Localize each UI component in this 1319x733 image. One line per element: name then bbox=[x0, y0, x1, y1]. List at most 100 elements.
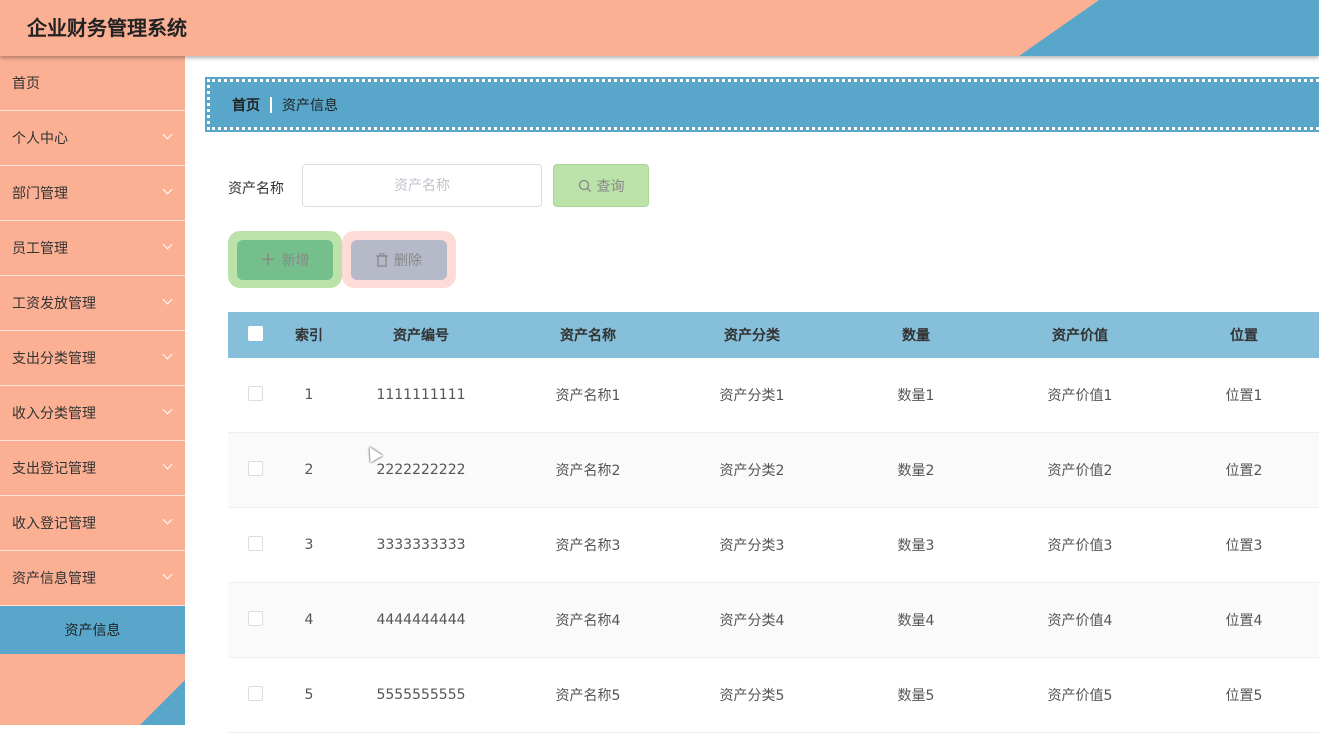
row-checkbox-cell bbox=[228, 460, 282, 480]
chevron-down-icon bbox=[162, 569, 173, 580]
sidebar-item-label: 部门管理 bbox=[12, 186, 68, 202]
chevron-down-icon bbox=[162, 514, 173, 525]
asset-name-input[interactable] bbox=[302, 164, 542, 207]
query-button[interactable]: 查询 bbox=[553, 164, 649, 207]
chevron-down-icon bbox=[162, 239, 173, 250]
table-cell: 资产价值1 bbox=[1047, 388, 1113, 404]
sidebar-item[interactable]: 资产信息管理 bbox=[0, 551, 185, 606]
sidebar-item-label: 个人中心 bbox=[12, 131, 68, 147]
chevron-down-icon bbox=[162, 294, 173, 305]
sidebar-item[interactable]: 部门管理 bbox=[0, 166, 185, 221]
table-cell: 2222222222 bbox=[376, 462, 466, 478]
table-row: 2 2222222222 资产名称2 资产分类2 数量2 资产价值2 位置2 bbox=[228, 433, 1319, 508]
table-cell: 位置3 bbox=[1225, 538, 1263, 554]
table-row: 4 4444444444 资产名称4 资产分类4 数量4 资产价值4 位置4 bbox=[228, 583, 1319, 658]
table-cell: 位置2 bbox=[1225, 463, 1263, 479]
table-cell: 资产价值3 bbox=[1047, 538, 1113, 554]
table-cell: 资产名称4 bbox=[555, 613, 621, 629]
sidebar-item-label: 收入分类管理 bbox=[12, 406, 96, 422]
table-cell: 资产分类5 bbox=[719, 688, 785, 704]
column-header[interactable]: 资产价值 bbox=[998, 325, 1162, 345]
row-checkbox[interactable] bbox=[247, 385, 263, 401]
table-row: 3 3333333333 资产名称3 资产分类3 数量3 资产价值3 位置3 bbox=[228, 508, 1319, 583]
table-cell: 3333333333 bbox=[376, 537, 466, 553]
chevron-down-icon bbox=[162, 459, 173, 470]
table-cell: 4 bbox=[304, 612, 314, 628]
sidebar-item-label: 收入登记管理 bbox=[12, 516, 96, 532]
sidebar-item[interactable]: 收入分类管理 bbox=[0, 386, 185, 441]
add-button[interactable]: + 新增 bbox=[237, 239, 333, 280]
add-button-wrapper: + 新增 bbox=[228, 231, 342, 288]
column-header[interactable]: 位置 bbox=[1162, 325, 1319, 345]
sidebar-item[interactable]: 收入登记管理 bbox=[0, 496, 185, 551]
plus-icon: + bbox=[260, 249, 276, 270]
sidebar-item-label: 首页 bbox=[12, 76, 40, 92]
sidebar-subitem-asset-info[interactable]: 资产信息 bbox=[0, 606, 185, 654]
breadcrumb: 首页 资产信息 bbox=[205, 77, 1319, 132]
table-row: 1 1111111111 资产名称1 资产分类1 数量1 资产价值1 位置1 bbox=[228, 358, 1319, 433]
breadcrumb-separator bbox=[270, 96, 272, 113]
table-cell: 数量1 bbox=[897, 388, 935, 404]
table-cell: 5555555555 bbox=[376, 687, 466, 703]
chevron-down-icon bbox=[162, 349, 173, 360]
breadcrumb-home[interactable]: 首页 bbox=[232, 95, 260, 115]
row-checkbox-cell bbox=[228, 325, 282, 345]
sidebar-item[interactable]: 支出分类管理 bbox=[0, 331, 185, 386]
column-header[interactable]: 资产编号 bbox=[336, 325, 506, 345]
chevron-down-icon bbox=[162, 129, 173, 140]
row-checkbox-cell bbox=[228, 610, 282, 630]
table-cell: 数量4 bbox=[897, 613, 935, 629]
row-checkbox-cell bbox=[228, 685, 282, 705]
table-cell: 5 bbox=[304, 687, 314, 703]
row-checkbox[interactable] bbox=[247, 460, 263, 476]
sidebar-item-label: 支出登记管理 bbox=[12, 461, 96, 477]
sidebar-item[interactable]: 首页 bbox=[0, 56, 185, 111]
breadcrumb-current: 资产信息 bbox=[282, 97, 338, 114]
table-cell: 资产名称3 bbox=[555, 538, 621, 554]
sidebar-decoration bbox=[140, 680, 185, 725]
row-checkbox[interactable] bbox=[247, 610, 263, 626]
query-label: 查询 bbox=[596, 178, 625, 195]
table-cell: 资产分类4 bbox=[719, 613, 785, 629]
asset-table: 索引 资产编号 资产名称 资产分类 数量 资产价值 位置 1 1111111111 资产名称1 资产… bbox=[228, 312, 1319, 733]
header-decoration bbox=[1019, 0, 1319, 56]
sidebar-item[interactable]: 个人中心 bbox=[0, 111, 185, 166]
table-cell: 位置4 bbox=[1225, 613, 1263, 629]
column-header[interactable]: 资产名称 bbox=[506, 325, 670, 345]
table-cell: 2 bbox=[304, 462, 314, 478]
row-checkbox-cell bbox=[228, 385, 282, 405]
column-header[interactable]: 资产分类 bbox=[670, 325, 834, 345]
delete-label: 删除 bbox=[394, 252, 422, 269]
table-cell: 位置5 bbox=[1225, 688, 1263, 704]
sidebar-item[interactable]: 支出登记管理 bbox=[0, 441, 185, 496]
table-header: 索引 资产编号 资产名称 资产分类 数量 资产价值 位置 bbox=[228, 312, 1319, 358]
table-cell: 4444444444 bbox=[376, 612, 466, 628]
sidebar-item[interactable]: 员工管理 bbox=[0, 221, 185, 276]
table-cell: 数量5 bbox=[897, 688, 935, 704]
row-checkbox-cell bbox=[228, 535, 282, 555]
column-header[interactable]: 数量 bbox=[834, 325, 998, 345]
sidebar-item-label: 员工管理 bbox=[12, 241, 68, 257]
add-label: 新增 bbox=[281, 252, 310, 269]
sidebar-item[interactable]: 工资发放管理 bbox=[0, 276, 185, 331]
table-cell: 资产分类2 bbox=[719, 463, 785, 479]
table-cell: 资产名称5 bbox=[555, 688, 621, 704]
delete-button-wrapper: 删除 bbox=[342, 231, 456, 288]
table-cell: 资产分类3 bbox=[719, 538, 785, 554]
row-checkbox[interactable] bbox=[247, 535, 263, 551]
table-cell: 资产价值2 bbox=[1047, 463, 1113, 479]
delete-button[interactable]: 删除 bbox=[351, 239, 447, 280]
search-icon bbox=[578, 179, 591, 192]
table-cell: 资产名称1 bbox=[555, 388, 621, 404]
row-checkbox[interactable] bbox=[247, 685, 263, 701]
chevron-down-icon bbox=[162, 404, 173, 415]
trash-icon bbox=[376, 252, 388, 267]
row-checkbox[interactable] bbox=[247, 325, 263, 341]
sidebar: 首页个人中心部门管理员工管理工资发放管理 支出分类管理收入分类管理 支出登记管理 收入… bbox=[0, 56, 185, 725]
table-cell: 资产价值5 bbox=[1047, 688, 1113, 704]
sidebar-item-label: 资产信息管理 bbox=[12, 571, 96, 587]
table-cell: 资产价值4 bbox=[1047, 613, 1113, 629]
table-cell: 数量2 bbox=[897, 463, 935, 479]
table-row: 5 5555555555 资产名称5 资产分类5 数量5 资产价值5 位置5 bbox=[228, 658, 1319, 733]
column-header[interactable]: 索引 bbox=[282, 325, 336, 345]
